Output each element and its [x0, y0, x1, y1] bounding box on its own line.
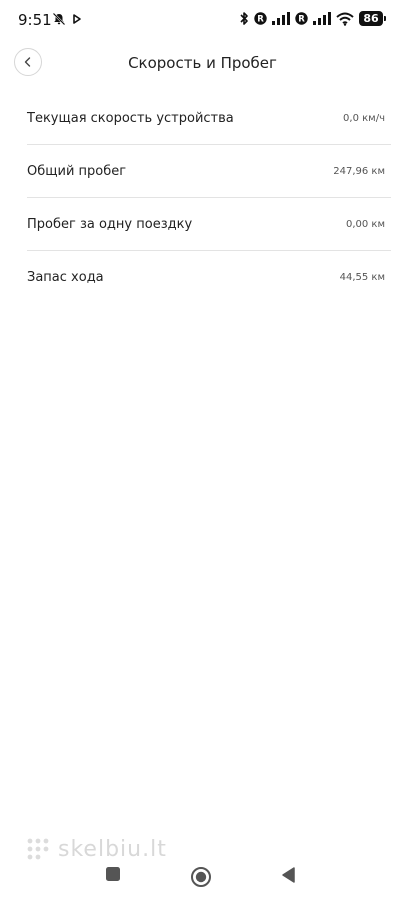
back-nav-button[interactable]	[280, 866, 296, 884]
recent-apps-button[interactable]	[105, 866, 121, 882]
item-value: 0,0 км/ч	[343, 113, 385, 124]
wifi-icon	[336, 12, 354, 26]
item-label: Общий пробег	[27, 164, 127, 179]
roaming-r-icon: R	[295, 12, 308, 25]
navigation-bar	[0, 858, 405, 894]
status-right-icons: R R 86	[239, 11, 386, 26]
item-label: Текущая скорость устройства	[27, 111, 234, 126]
list-item-trip-mileage: Пробег за одну поездку 0,00 км	[27, 198, 391, 251]
page-title: Скорость и Пробег	[128, 54, 277, 72]
battery-icon: 86	[359, 11, 386, 26]
list-item-current-speed: Текущая скорость устройства 0,0 км/ч	[27, 92, 391, 145]
home-button[interactable]	[190, 866, 212, 888]
settings-list: Текущая скорость устройства 0,0 км/ч Общ…	[27, 92, 391, 304]
roaming-r-icon: R	[254, 12, 267, 25]
home-icon	[190, 866, 212, 888]
item-value: 0,00 км	[345, 219, 385, 230]
item-label: Запас хода	[27, 270, 104, 285]
item-value: 44,55 км	[339, 272, 385, 283]
play-icon	[72, 13, 82, 25]
item-label: Пробег за одну поездку	[27, 217, 193, 232]
item-value: 247,96 км	[333, 166, 385, 177]
list-item-total-mileage: Общий пробег 247,96 км	[27, 145, 391, 198]
recent-apps-icon	[105, 866, 121, 882]
signal-icon	[272, 12, 290, 25]
bluetooth-icon	[239, 11, 249, 26]
muted-notifications-icon	[52, 12, 66, 26]
list-item-range: Запас хода 44,55 км	[27, 251, 391, 304]
svg-text:R: R	[298, 15, 305, 25]
svg-text:R: R	[257, 15, 264, 25]
signal-icon	[313, 12, 331, 25]
back-icon	[280, 866, 296, 884]
status-bar: 9:51 R R 86	[0, 0, 405, 40]
status-left-icons	[52, 12, 82, 26]
status-time: 9:51	[18, 11, 52, 29]
header: Скорость и Пробег	[0, 46, 405, 82]
